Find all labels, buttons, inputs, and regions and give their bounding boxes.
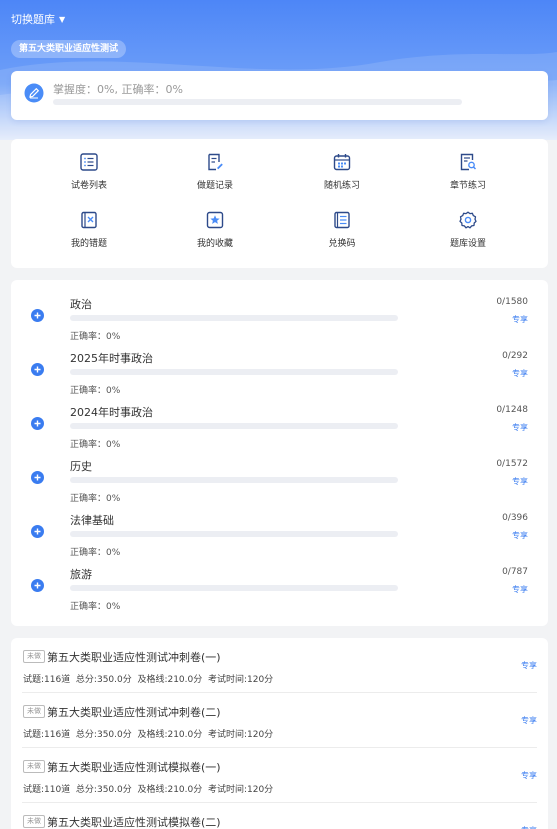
menu-item-chapter-practice[interactable]: 章节练习 [408, 153, 528, 191]
caret-down-icon: ▼ [59, 14, 66, 24]
paper-item[interactable]: 未做 第五大类职业适应性测试模拟卷(二) 专享 [22, 803, 537, 829]
paper-item[interactable]: 未做 第五大类职业适应性测试冲刺卷(一) 试题:116道 总分:350.0分 及… [22, 638, 537, 693]
subject-item[interactable]: 历史 正确率：0% 0/1572 专享 [11, 442, 548, 504]
subject-progress-bar [70, 477, 398, 483]
switch-bank-label: 切换题库 [11, 13, 55, 26]
expand-plus-icon[interactable] [31, 363, 44, 376]
subject-progress-bar [70, 423, 398, 429]
star-icon [206, 211, 224, 229]
menu-item-favorites[interactable]: 我的收藏 [155, 211, 275, 249]
expand-plus-icon[interactable] [31, 309, 44, 322]
subject-name: 政治 [70, 298, 92, 311]
paper-title: 第五大类职业适应性测试冲刺卷(一) [47, 651, 221, 664]
menu-label: 试卷列表 [70, 181, 107, 191]
expand-plus-icon[interactable] [31, 471, 44, 484]
feature-menu: 试卷列表 做题记录 随机练习 章节练习 我的错题 我的收藏 兑换码 题库设置 [11, 139, 548, 268]
subject-item[interactable]: 政治 正确率：0% 0/1580 专享 [11, 280, 548, 342]
paper-item[interactable]: 未做 第五大类职业适应性测试模拟卷(一) 试题:110道 总分:350.0分 及… [22, 748, 537, 803]
exclusive-badge[interactable]: 专享 [512, 530, 528, 541]
subject-progress-bar [70, 369, 398, 375]
paper-item[interactable]: 未做 第五大类职业适应性测试冲刺卷(二) 试题:116道 总分:350.0分 及… [22, 693, 537, 748]
menu-item-random-practice[interactable]: 随机练习 [282, 153, 402, 191]
menu-label: 章节练习 [449, 181, 486, 191]
exclusive-badge[interactable]: 专享 [512, 422, 528, 433]
subject-progress-bar [70, 531, 398, 537]
exclusive-badge[interactable]: 专享 [512, 476, 528, 487]
subject-progress-bar [70, 585, 398, 591]
paper-meta: 试题:110道 总分:350.0分 及格线:210.0分 考试时间:120分 [23, 785, 274, 795]
subject-count: 0/1248 [496, 405, 528, 415]
menu-label: 题库设置 [449, 239, 486, 249]
exclusive-badge[interactable]: 专享 [521, 715, 537, 726]
calendar-icon [333, 154, 351, 171]
menu-item-bank-settings[interactable]: 题库设置 [408, 211, 528, 249]
paper-title: 第五大类职业适应性测试冲刺卷(二) [47, 706, 221, 719]
subject-progress-bar [70, 315, 398, 321]
status-badge: 未做 [23, 815, 45, 828]
paper-list: 未做 第五大类职业适应性测试冲刺卷(一) 试题:116道 总分:350.0分 及… [11, 638, 548, 829]
paper-title: 第五大类职业适应性测试模拟卷(一) [47, 761, 221, 774]
subject-count: 0/396 [502, 513, 528, 523]
subject-count: 0/1580 [496, 297, 528, 307]
status-badge: 未做 [23, 705, 45, 718]
expand-plus-icon[interactable] [31, 525, 44, 538]
subject-name: 2025年时事政治 [70, 352, 153, 365]
expand-plus-icon[interactable] [31, 417, 44, 430]
subject-item[interactable]: 旅游 正确率：0% 0/787 专享 [11, 550, 548, 612]
exclusive-badge[interactable]: 专享 [521, 825, 537, 829]
paper-meta: 试题:116道 总分:350.0分 及格线:210.0分 考试时间:120分 [23, 675, 274, 685]
subject-item[interactable]: 2025年时事政治 正确率：0% 0/292 专享 [11, 334, 548, 396]
status-badge: 未做 [23, 650, 45, 663]
subject-item[interactable]: 2024年时事政治 正确率：0% 0/1248 专享 [11, 388, 548, 450]
subject-count: 0/787 [502, 567, 528, 577]
record-icon [208, 153, 223, 171]
status-badge: 未做 [23, 760, 45, 773]
gear-icon [459, 211, 477, 229]
expand-plus-icon[interactable] [31, 579, 44, 592]
subject-count: 0/1572 [496, 459, 528, 469]
code-list-icon [334, 211, 350, 229]
switch-bank-button[interactable]: 切换题库 ▼ [11, 11, 65, 27]
menu-label: 我的收藏 [196, 239, 233, 249]
menu-item-redeem-code[interactable]: 兑换码 [282, 211, 402, 249]
subject-accuracy: 正确率：0% [70, 602, 121, 612]
menu-label: 随机练习 [323, 181, 360, 191]
menu-label: 我的错题 [70, 239, 107, 249]
chapter-search-icon [460, 153, 477, 171]
exclusive-badge[interactable]: 专享 [512, 368, 528, 379]
menu-label: 做题记录 [196, 181, 233, 191]
subject-name: 历史 [70, 460, 92, 473]
subject-name: 法律基础 [70, 514, 114, 527]
edit-icon [24, 83, 44, 103]
subject-name: 旅游 [70, 568, 92, 581]
exclusive-badge[interactable]: 专享 [512, 584, 528, 595]
bank-name-badge: 第五大类职业适应性测试 [11, 40, 127, 58]
paper-title: 第五大类职业适应性测试模拟卷(二) [47, 816, 221, 829]
menu-item-wrong-questions[interactable]: 我的错题 [29, 211, 149, 249]
exclusive-badge[interactable]: 专享 [521, 770, 537, 781]
progress-card: 掌握度：0%, 正确率：0% [11, 71, 548, 120]
exclusive-badge[interactable]: 专享 [512, 314, 528, 325]
progress-summary: 掌握度：0%, 正确率：0% [53, 83, 183, 96]
paper-meta: 试题:116道 总分:350.0分 及格线:210.0分 考试时间:120分 [23, 730, 274, 740]
exclusive-badge[interactable]: 专享 [521, 660, 537, 671]
menu-item-records[interactable]: 做题记录 [155, 153, 275, 191]
menu-item-paper-list[interactable]: 试卷列表 [29, 153, 149, 191]
subject-count: 0/292 [502, 351, 528, 361]
wrong-book-icon [81, 211, 97, 229]
menu-label: 兑换码 [328, 239, 356, 249]
subject-item[interactable]: 法律基础 正确率：0% 0/396 专享 [11, 496, 548, 558]
list-icon [80, 153, 98, 171]
subject-name: 2024年时事政治 [70, 406, 153, 419]
mastery-progress-bar [53, 99, 462, 105]
subject-list: 政治 正确率：0% 0/1580 专享 2025年时事政治 正确率：0% 0/2… [11, 280, 548, 626]
